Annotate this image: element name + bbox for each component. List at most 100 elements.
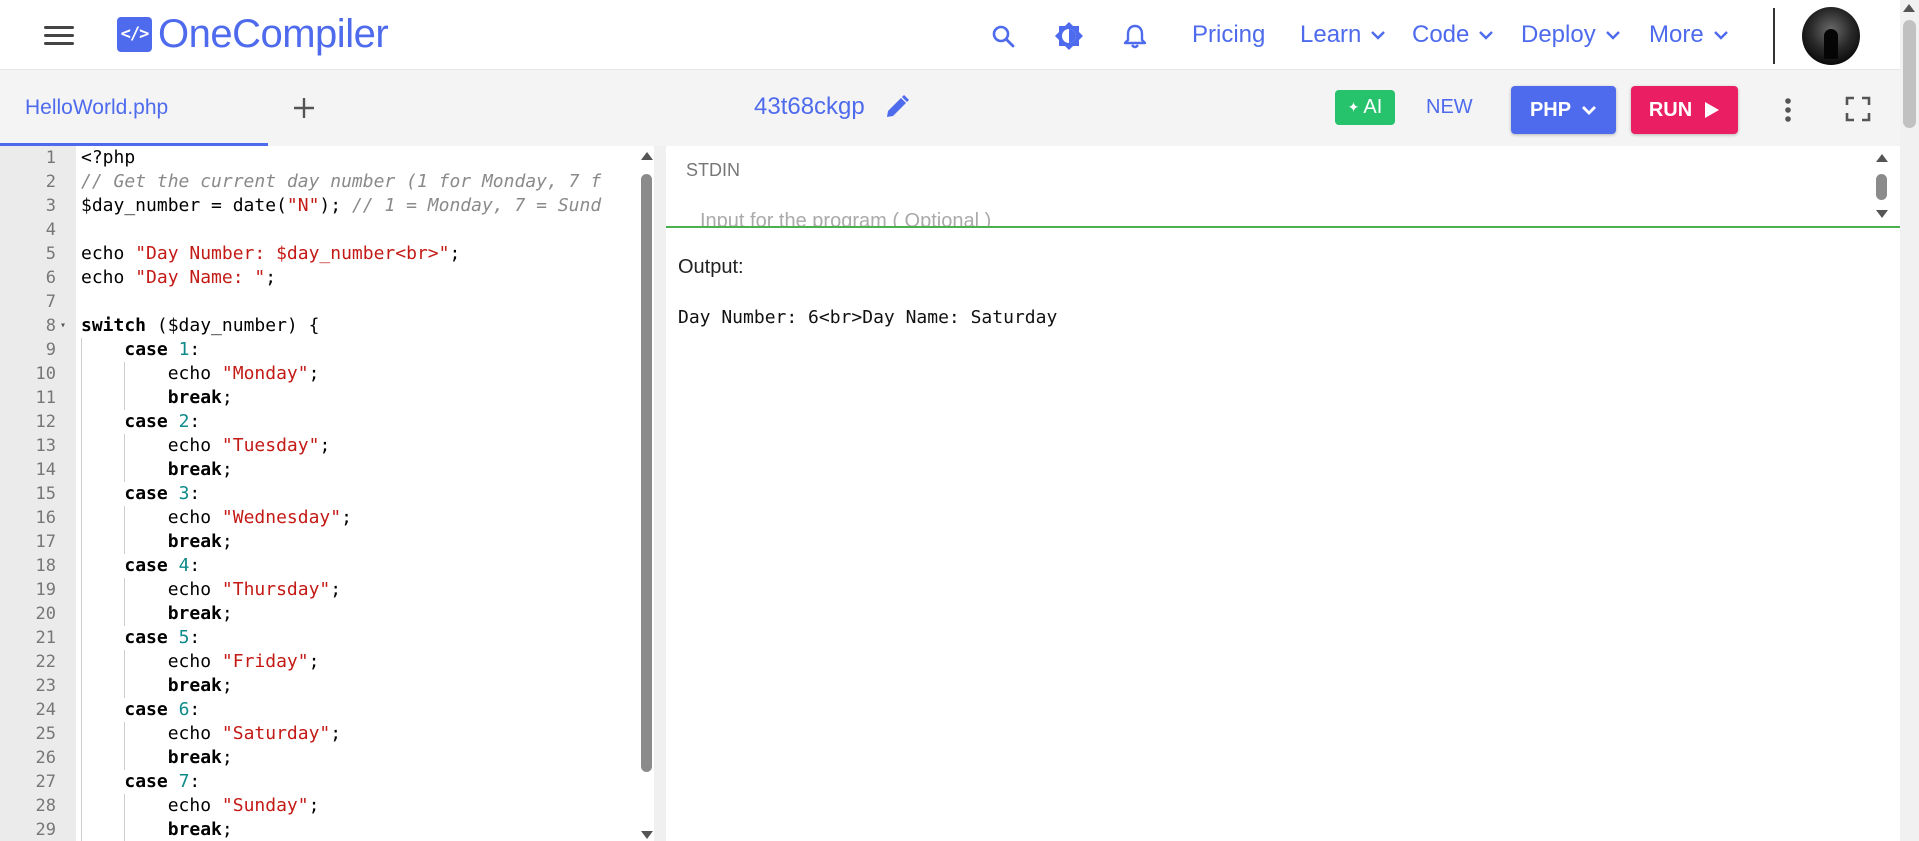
stdin-input[interactable] bbox=[700, 210, 1850, 226]
search-icon[interactable] bbox=[987, 20, 1019, 52]
scroll-up-arrow-icon[interactable] bbox=[1903, 4, 1915, 12]
line-number: 19 bbox=[35, 580, 56, 600]
code-line[interactable]: 13 echo "Tuesday"; bbox=[0, 434, 640, 458]
line-number: 23 bbox=[35, 676, 56, 696]
code-line[interactable]: 29 break; bbox=[0, 818, 640, 841]
code-line-text: echo "Friday"; bbox=[81, 651, 320, 672]
play-icon bbox=[1705, 102, 1720, 118]
code-line[interactable]: 23 break; bbox=[0, 674, 640, 698]
nav-deploy[interactable]: Deploy bbox=[1521, 18, 1620, 52]
code-line[interactable]: 20 break; bbox=[0, 602, 640, 626]
code-line[interactable]: 10 echo "Monday"; bbox=[0, 362, 640, 386]
code-line-text: case 6: bbox=[124, 699, 201, 720]
io-panel: STDIN Output: Day Number: 6<br>Day Name:… bbox=[666, 146, 1900, 841]
code-line[interactable]: 15 case 3: bbox=[0, 482, 640, 506]
code-line[interactable]: 19 echo "Thursday"; bbox=[0, 578, 640, 602]
logo[interactable]: </> OneCompiler bbox=[117, 12, 389, 56]
nav-code[interactable]: Code bbox=[1412, 18, 1494, 52]
code-line[interactable]: 11 break; bbox=[0, 386, 640, 410]
code-line[interactable]: 1 <?php bbox=[0, 146, 640, 170]
nav-code-label: Code bbox=[1412, 21, 1470, 48]
editor-scrollbar[interactable] bbox=[640, 146, 654, 841]
code-line[interactable]: 12 case 2: bbox=[0, 410, 640, 434]
avatar[interactable] bbox=[1802, 7, 1860, 65]
code-line[interactable]: 2 // Get the current day number (1 for Mo… bbox=[0, 170, 640, 194]
code-line-text: echo "Day Number: $day_number<br>"; bbox=[81, 243, 461, 264]
language-label: PHP bbox=[1529, 98, 1572, 121]
code-line[interactable]: 14 break; bbox=[0, 458, 640, 482]
code-line[interactable]: 26 break; bbox=[0, 746, 640, 770]
line-number: 7 bbox=[45, 292, 56, 312]
edit-pencil-icon[interactable] bbox=[884, 94, 912, 122]
scroll-down-arrow-icon[interactable] bbox=[641, 831, 653, 839]
line-number: 28 bbox=[35, 796, 56, 816]
fold-arrow-icon[interactable]: ▾ bbox=[60, 314, 70, 338]
fullscreen-icon[interactable] bbox=[1845, 96, 1873, 124]
line-number: 10 bbox=[35, 364, 56, 384]
line-number: 8 bbox=[45, 316, 56, 336]
code-editor[interactable]: 1 <?php 2 // Get the current day number (1 … bbox=[0, 146, 664, 841]
scroll-up-arrow-icon[interactable] bbox=[641, 152, 653, 160]
code-line[interactable]: 7 bbox=[0, 290, 640, 314]
code-line[interactable]: 22 echo "Friday"; bbox=[0, 650, 640, 674]
code-line-text: case 3: bbox=[124, 483, 201, 504]
scrollbar-thumb[interactable] bbox=[1876, 174, 1887, 200]
line-number: 15 bbox=[35, 484, 56, 504]
line-number: 22 bbox=[35, 652, 56, 672]
add-file-icon[interactable] bbox=[290, 94, 318, 122]
nav-more-label: More bbox=[1649, 21, 1704, 48]
code-line-text: case 5: bbox=[124, 627, 201, 648]
nav-deploy-label: Deploy bbox=[1521, 21, 1596, 48]
line-number: 17 bbox=[35, 532, 56, 552]
code-line-text: echo "Thursday"; bbox=[81, 579, 342, 600]
line-number: 21 bbox=[35, 628, 56, 648]
line-number: 4 bbox=[45, 220, 56, 240]
bell-icon[interactable] bbox=[1119, 20, 1151, 52]
nav-learn[interactable]: Learn bbox=[1300, 18, 1386, 52]
nav-more[interactable]: More bbox=[1649, 18, 1728, 52]
sparkle-icon: ✦ bbox=[1347, 99, 1360, 115]
pane-resizer[interactable] bbox=[654, 146, 666, 841]
language-select-button[interactable]: PHP bbox=[1511, 86, 1616, 134]
code-line-text: echo "Tuesday"; bbox=[81, 435, 331, 456]
code-line[interactable]: 21 case 5: bbox=[0, 626, 640, 650]
scroll-down-arrow-icon[interactable] bbox=[1876, 210, 1888, 218]
chevron-down-icon bbox=[1582, 105, 1597, 115]
stdin-scrollbar[interactable] bbox=[1875, 146, 1889, 226]
code-line[interactable]: 24 case 6: bbox=[0, 698, 640, 722]
theme-toggle-icon[interactable] bbox=[1053, 20, 1085, 52]
code-line-text: break; bbox=[167, 603, 233, 624]
line-number: 1 bbox=[45, 148, 56, 168]
scrollbar-thumb[interactable] bbox=[1903, 20, 1916, 128]
code-content[interactable]: 1 <?php 2 // Get the current day number (1 … bbox=[0, 146, 640, 841]
code-line[interactable]: 5 echo "Day Number: $day_number<br>"; bbox=[0, 242, 640, 266]
scroll-up-arrow-icon[interactable] bbox=[1876, 154, 1888, 162]
code-line[interactable]: 18 case 4: bbox=[0, 554, 640, 578]
code-line[interactable]: 3 $day_number = date("N"); // 1 = Monday,… bbox=[0, 194, 640, 218]
project-name[interactable]: 43t68ckgp bbox=[754, 93, 865, 121]
file-tab[interactable]: HelloWorld.php bbox=[0, 70, 268, 146]
code-line[interactable]: 6 echo "Day Name: "; bbox=[0, 266, 640, 290]
code-line[interactable]: 27 case 7: bbox=[0, 770, 640, 794]
line-number: 2 bbox=[45, 172, 56, 192]
top-navbar: </> OneCompiler Pricing Learn Code Deplo… bbox=[0, 0, 1919, 70]
code-line[interactable]: 28 echo "Sunday"; bbox=[0, 794, 640, 818]
code-line[interactable]: 17 break; bbox=[0, 530, 640, 554]
editor-toolbar: HelloWorld.php 43t68ckgp ✦ AI NEW PHP RU… bbox=[0, 70, 1900, 146]
page-scrollbar[interactable] bbox=[1900, 0, 1919, 841]
line-number: 26 bbox=[35, 748, 56, 768]
code-line[interactable]: 16 echo "Wednesday"; bbox=[0, 506, 640, 530]
menu-icon[interactable] bbox=[44, 26, 74, 46]
new-button[interactable]: NEW bbox=[1426, 96, 1473, 119]
code-line-text: echo "Saturday"; bbox=[81, 723, 342, 744]
code-line[interactable]: 4 bbox=[0, 218, 640, 242]
run-button[interactable]: RUN bbox=[1631, 86, 1738, 134]
run-button-label: RUN bbox=[1648, 98, 1693, 121]
scrollbar-thumb[interactable] bbox=[641, 174, 652, 772]
code-line[interactable]: 25 echo "Saturday"; bbox=[0, 722, 640, 746]
code-line[interactable]: 9 case 1: bbox=[0, 338, 640, 362]
nav-pricing[interactable]: Pricing bbox=[1192, 18, 1265, 52]
more-options-icon[interactable] bbox=[1776, 96, 1800, 124]
ai-button[interactable]: ✦ AI bbox=[1335, 90, 1395, 125]
code-line[interactable]: 8 ▾ switch ($day_number) { bbox=[0, 314, 640, 338]
